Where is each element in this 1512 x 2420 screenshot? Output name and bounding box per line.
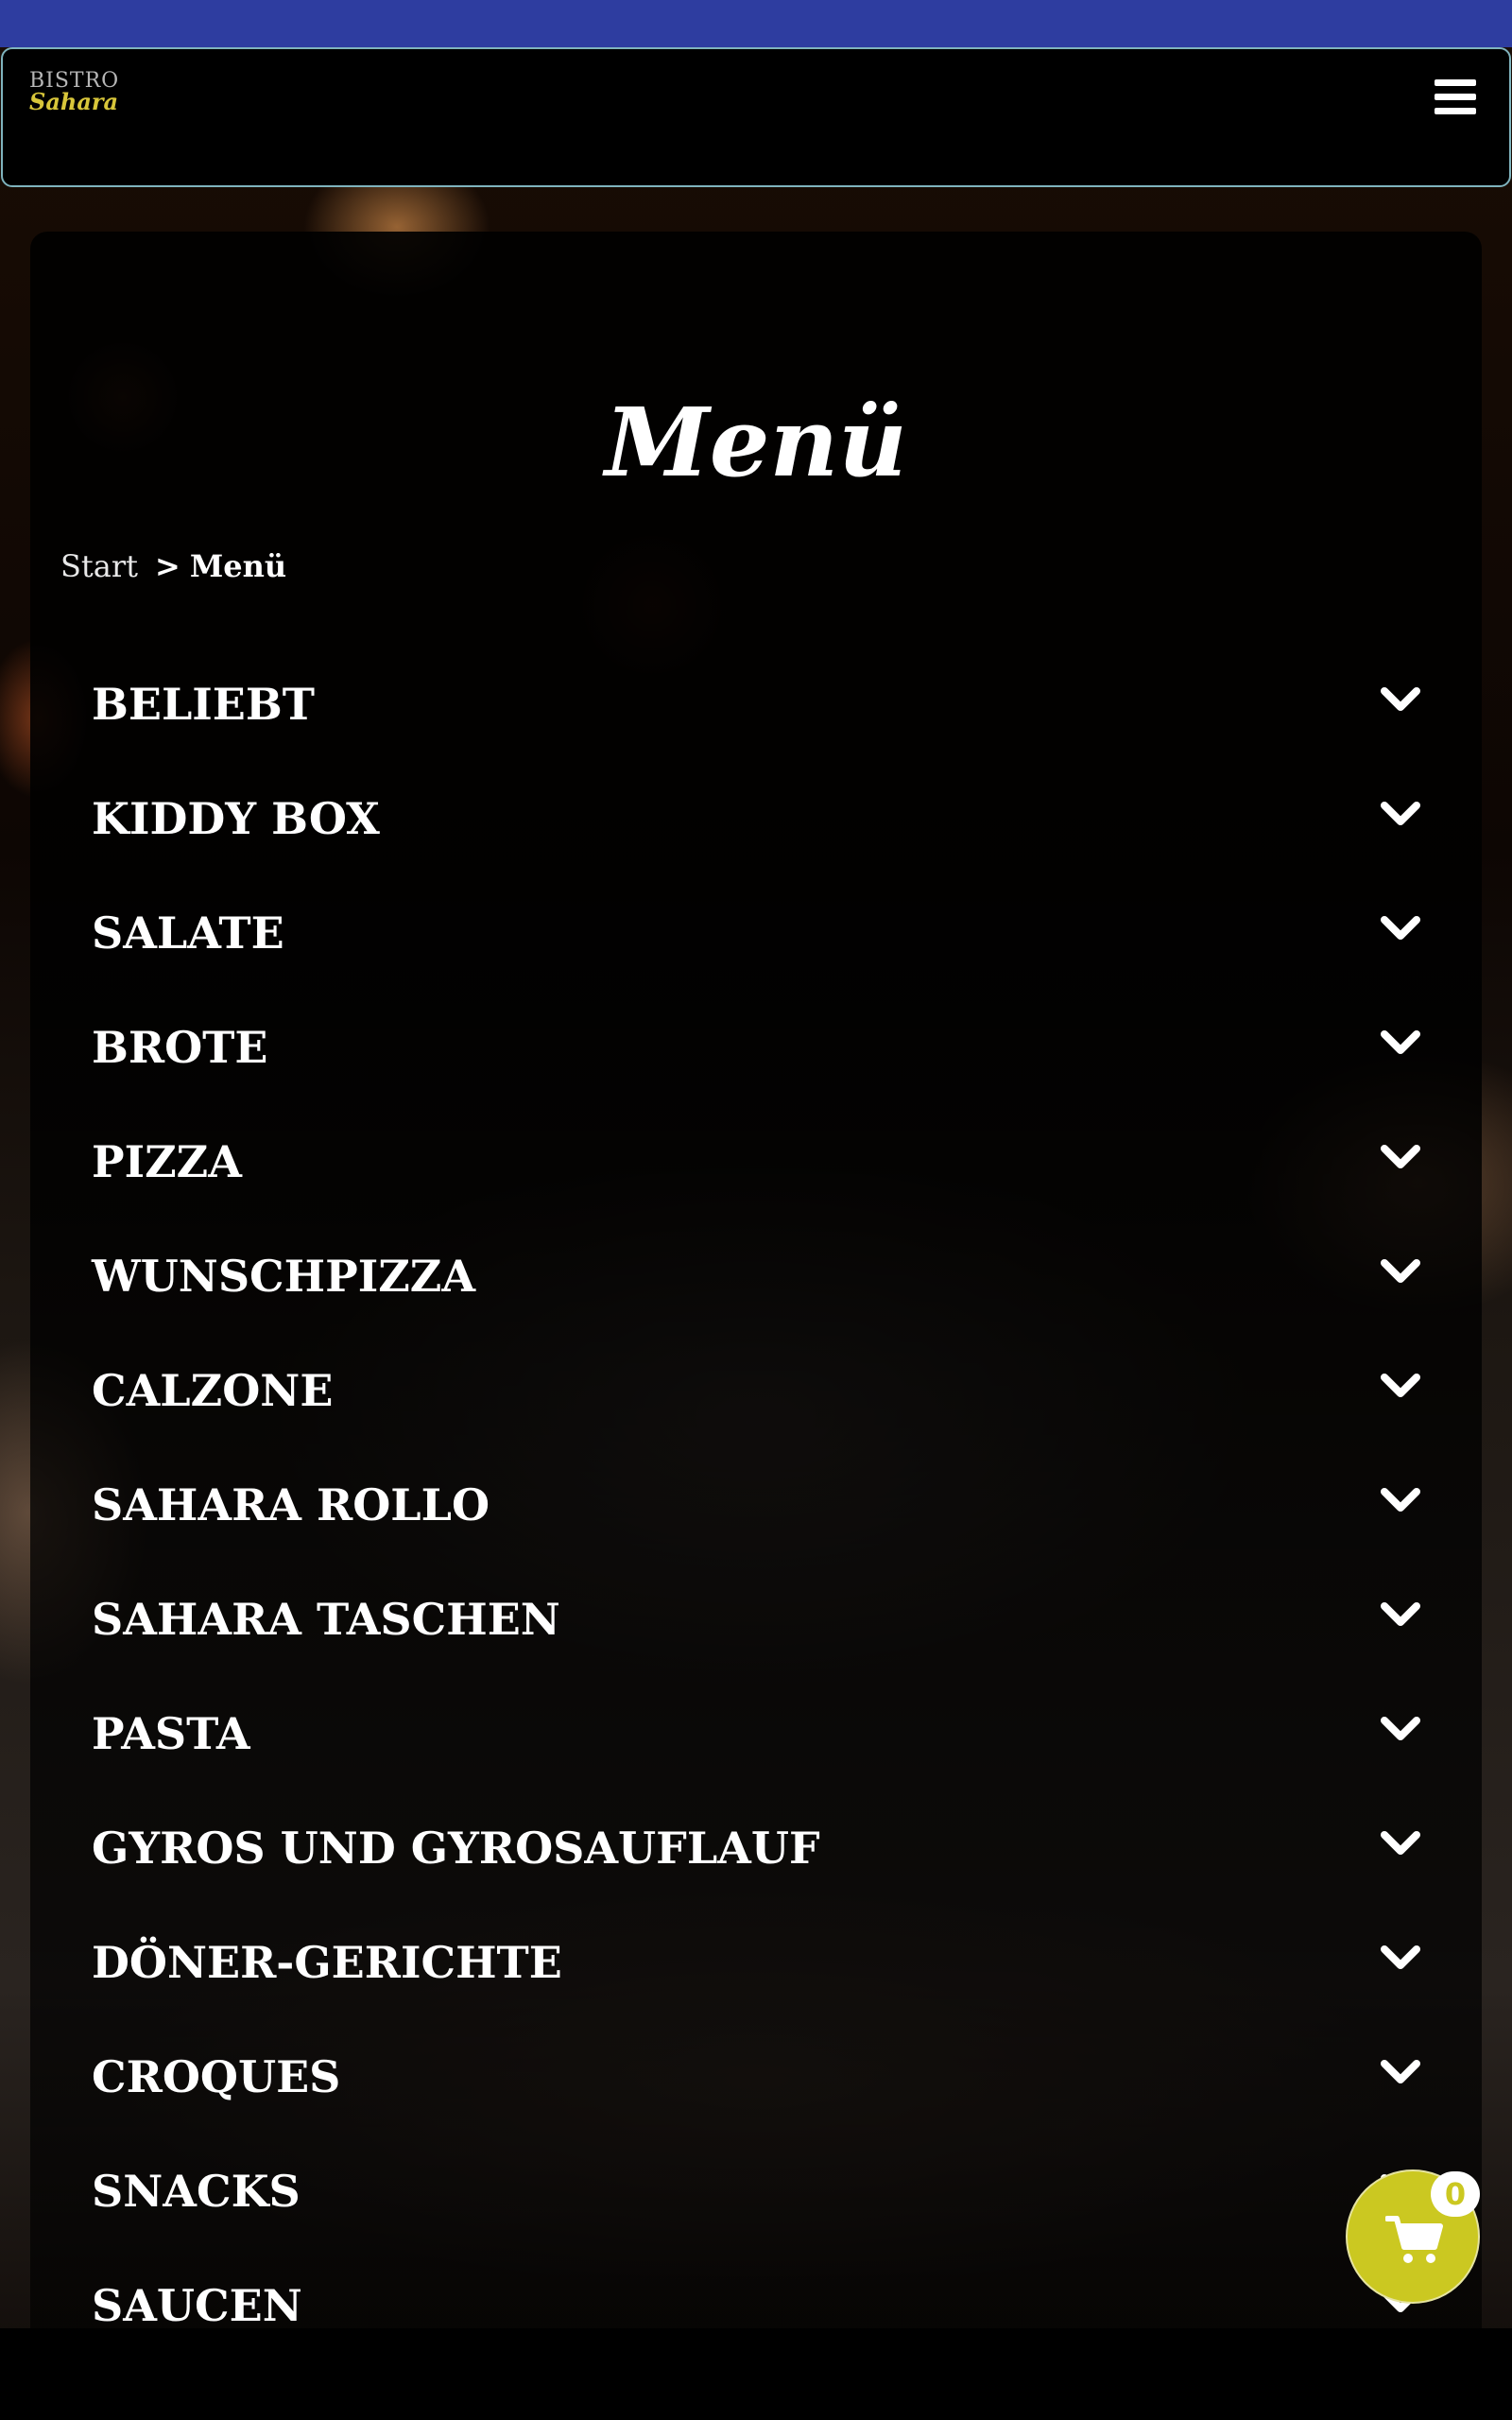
chevron-down-icon — [1381, 916, 1420, 940]
category-item-beliebt[interactable]: BELIEBT — [30, 676, 1482, 790]
chevron-down-icon — [1381, 1259, 1420, 1283]
hamburger-icon[interactable] — [1435, 79, 1476, 117]
chevron-down-icon — [1381, 802, 1420, 825]
breadcrumb-current: Menü — [189, 548, 287, 584]
chevron-down-icon — [1381, 1831, 1420, 1855]
shopping-cart-icon — [1385, 2216, 1443, 2263]
logo-line-sahara: Sahara — [29, 88, 119, 115]
category-item-wunschpizza[interactable]: WUNSCHPIZZA — [30, 1248, 1482, 1362]
bottom-bar — [0, 2328, 1512, 2420]
chevron-down-icon — [1381, 687, 1420, 711]
category-item-calzone[interactable]: CALZONE — [30, 1362, 1482, 1477]
category-item-kiddy-box[interactable]: KIDDY BOX — [30, 790, 1482, 905]
hamburger-line — [1435, 79, 1476, 86]
category-label: CALZONE — [92, 1365, 334, 1416]
category-label: CROQUES — [92, 2051, 341, 2102]
category-label: SAUCEN — [92, 2280, 302, 2331]
category-item-sahara-taschen[interactable]: SAHARA TASCHEN — [30, 1591, 1482, 1705]
category-label: SAHARA ROLLO — [92, 1479, 490, 1530]
breadcrumb-start-link[interactable]: Start — [60, 548, 138, 584]
site-header: BISTRO Sahara — [1, 47, 1511, 187]
category-item-croques[interactable]: CROQUES — [30, 2048, 1482, 2163]
logo[interactable]: BISTRO Sahara — [29, 70, 133, 127]
category-item-salate[interactable]: SALATE — [30, 905, 1482, 1019]
category-label: SAHARA TASCHEN — [92, 1594, 560, 1645]
chevron-down-icon — [1381, 1030, 1420, 1054]
category-item-sahara-rollo[interactable]: SAHARA ROLLO — [30, 1477, 1482, 1591]
category-label: BROTE — [92, 1022, 268, 1073]
category-label: DÖNER-GERICHTE — [92, 1937, 562, 1988]
category-list: BELIEBT KIDDY BOX SALATE BROTE PIZZA WUN… — [30, 676, 1482, 2392]
category-item-gyros[interactable]: GYROS UND GYROSAUFLAUF — [30, 1820, 1482, 1934]
chevron-down-icon — [1381, 2060, 1420, 2083]
category-label: KIDDY BOX — [92, 793, 380, 844]
category-label: PIZZA — [92, 1136, 242, 1187]
category-label: SNACKS — [92, 2166, 301, 2217]
chevron-down-icon — [1381, 1717, 1420, 1740]
chevron-down-icon — [1381, 1602, 1420, 1626]
top-bar — [0, 0, 1512, 47]
category-label: WUNSCHPIZZA — [92, 1251, 476, 1302]
page: BISTRO Sahara Menü Start > Menü BELIEBT KI… — [0, 0, 1512, 2420]
breadcrumb: Start > Menü — [60, 548, 286, 584]
menu-panel: Menü Start > Menü BELIEBT KIDDY BOX SALATE… — [30, 232, 1482, 2349]
hamburger-line — [1435, 94, 1476, 100]
category-item-doener-gerichte[interactable]: DÖNER-GERICHTE — [30, 1934, 1482, 2048]
chevron-down-icon — [1381, 1488, 1420, 1512]
category-item-pasta[interactable]: PASTA — [30, 1705, 1482, 1820]
category-item-pizza[interactable]: PIZZA — [30, 1133, 1482, 1248]
category-item-brote[interactable]: BROTE — [30, 1019, 1482, 1133]
hamburger-line — [1435, 108, 1476, 114]
category-label: PASTA — [92, 1708, 250, 1759]
page-title: Menü — [605, 387, 907, 498]
chevron-down-icon — [1381, 1374, 1420, 1397]
category-label: GYROS UND GYROSAUFLAUF — [92, 1823, 820, 1874]
category-label: SALATE — [92, 908, 284, 959]
cart-count-badge: 0 — [1431, 2171, 1480, 2217]
chevron-down-icon — [1381, 1945, 1420, 1969]
category-item-snacks[interactable]: SNACKS — [30, 2163, 1482, 2277]
category-label: BELIEBT — [92, 679, 315, 730]
chevron-down-icon — [1381, 1145, 1420, 1168]
breadcrumb-separator: > — [155, 548, 180, 584]
